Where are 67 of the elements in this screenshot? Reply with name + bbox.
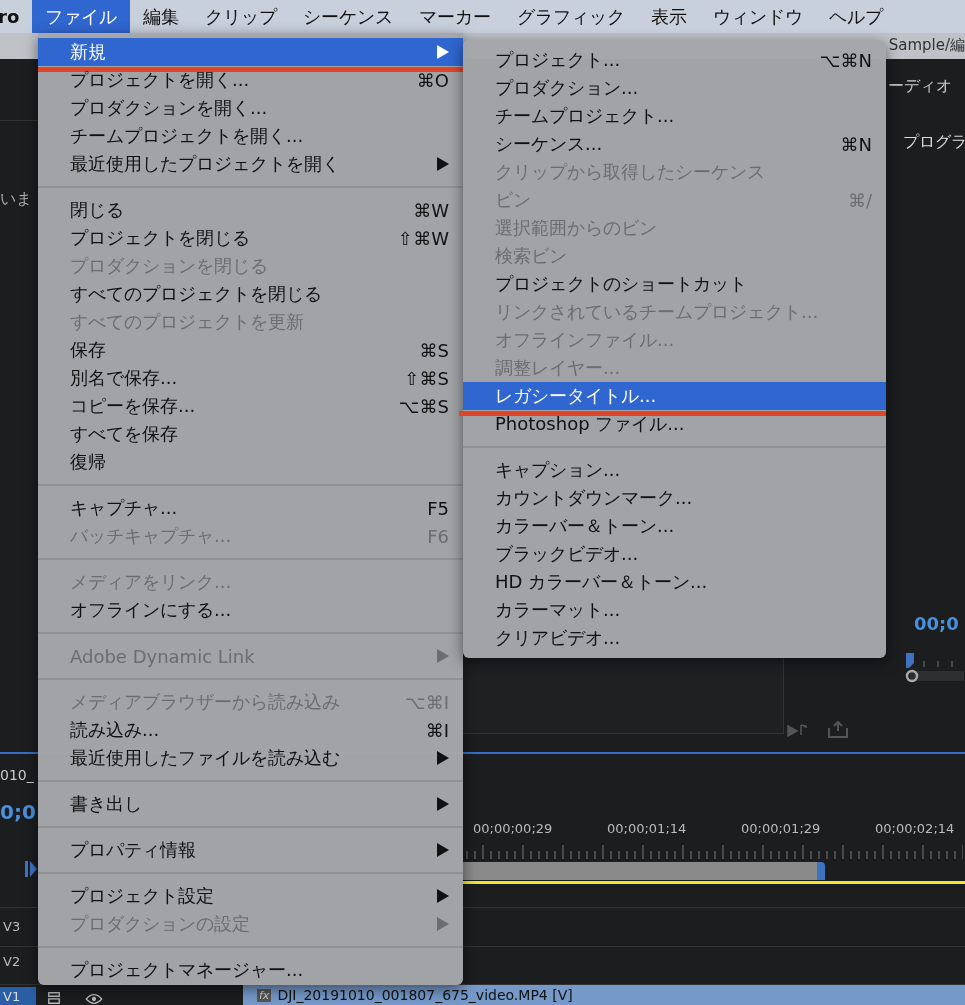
- menu-item[interactable]: プロジェクト設定: [38, 882, 463, 910]
- track-label[interactable]: V2: [0, 952, 36, 971]
- menu-item[interactable]: チームプロジェクト...: [463, 102, 886, 130]
- menu-item[interactable]: チームプロジェクトを開く...: [38, 122, 463, 150]
- playhead-icon[interactable]: [24, 859, 38, 879]
- menu-bar-item[interactable]: ヘルプ: [816, 0, 897, 33]
- menu-item[interactable]: すべてを保存: [38, 420, 463, 448]
- panel-tab[interactable]: ーディオ: [888, 76, 952, 97]
- menu-bar-item[interactable]: ファイル: [32, 0, 131, 33]
- menu-item[interactable]: プロダクション...: [463, 74, 886, 102]
- effect-badge: fx: [257, 988, 272, 1002]
- ruler-label: 00;00;02;14: [875, 821, 955, 836]
- menu-item[interactable]: カラーバー＆トーン...: [463, 512, 886, 540]
- timecode: 00;0: [914, 613, 959, 634]
- panel-text: いま: [0, 189, 32, 210]
- track-output-icon[interactable]: [46, 991, 62, 1005]
- menu-item[interactable]: オフラインにする...: [38, 596, 463, 624]
- menu-item[interactable]: 別名で保存... ⇧⌘S: [38, 364, 463, 392]
- menu-item[interactable]: キャプション...: [463, 456, 886, 484]
- track-label[interactable]: V1: [0, 987, 36, 1005]
- menu-item[interactable]: シーケンス... ⌘N: [463, 130, 886, 158]
- menu-item[interactable]: すべてのプロジェクトを閉じる: [38, 280, 463, 308]
- menu-item[interactable]: カウントダウンマーク...: [463, 484, 886, 512]
- ruler-label: 00;00;01;29: [741, 821, 821, 836]
- menu-item[interactable]: 読み込み... ⌘I: [38, 716, 463, 744]
- menu-item[interactable]: 書き出し: [38, 790, 463, 818]
- menu-bar-item[interactable]: クリップ: [192, 0, 291, 33]
- menu-item[interactable]: 復帰: [38, 448, 463, 476]
- panel-title: プログラ: [903, 132, 965, 153]
- playhead-slider[interactable]: [904, 653, 964, 683]
- menu-item[interactable]: ブラックビデオ...: [463, 540, 886, 568]
- play-audio-icon[interactable]: [787, 723, 809, 739]
- menu-item[interactable]: HD カラーバー＆トーン...: [463, 568, 886, 596]
- menu-item[interactable]: キャプチャ... F5: [38, 494, 463, 522]
- menu-bar-item[interactable]: シーケンス: [290, 0, 407, 33]
- menu-item[interactable]: プロダクションを開く...: [38, 94, 463, 122]
- ruler-label: 00;00;01;14: [607, 821, 687, 836]
- menu-item[interactable]: 保存 ⌘S: [38, 336, 463, 364]
- timecode: 0;0: [0, 800, 36, 824]
- menu-item[interactable]: プロパティ情報: [38, 836, 463, 864]
- menu-item[interactable]: プロジェクトのショートカット: [463, 270, 886, 298]
- ruler-label: 00;00;00;29: [473, 821, 553, 836]
- menu-item[interactable]: プロジェクト... ⌥⌘N: [463, 46, 886, 74]
- menu-item[interactable]: コピーを保存... ⌥⌘S: [38, 392, 463, 420]
- menu-item[interactable]: プロジェクトマネージャー...: [38, 956, 463, 984]
- export-icon[interactable]: [827, 721, 849, 739]
- video-clip[interactable]: fx DJI_20191010_001807_675_video.MP4 [V]: [243, 985, 965, 1005]
- sequence-tab[interactable]: 010_: [0, 767, 34, 783]
- menu-item[interactable]: Photoshop ファイル...: [463, 410, 886, 438]
- menu-item[interactable]: クリアビデオ...: [463, 624, 886, 652]
- app-name: ro: [0, 6, 21, 27]
- work-area-handle[interactable]: [817, 862, 825, 880]
- menu-bar-item[interactable]: グラフィック: [504, 0, 639, 33]
- menu-item[interactable]: 閉じる ⌘W: [38, 196, 463, 224]
- eye-icon[interactable]: [84, 993, 104, 1005]
- menu-item[interactable]: 最近使用したプロジェクトを開く: [38, 150, 463, 178]
- menu-item[interactable]: プロジェクトを閉じる ⇧⌘W: [38, 224, 463, 252]
- menu-item[interactable]: 最近使用したファイルを読み込む: [38, 744, 463, 772]
- track-label[interactable]: V3: [0, 917, 36, 936]
- menu-item[interactable]: カラーマット...: [463, 596, 886, 624]
- clip-name: DJI_20191010_001807_675_video.MP4 [V]: [277, 987, 573, 1003]
- menu-item[interactable]: プロジェクトを開く... ⌘O: [38, 66, 463, 94]
- menu-bar-item[interactable]: 編集: [130, 0, 193, 33]
- menu-bar-item[interactable]: 表示: [638, 0, 701, 33]
- file-path: Sample/編: [888, 36, 965, 55]
- menu-bar-item[interactable]: ウィンドウ: [700, 0, 817, 33]
- menu-bar-item[interactable]: マーカー: [406, 0, 505, 33]
